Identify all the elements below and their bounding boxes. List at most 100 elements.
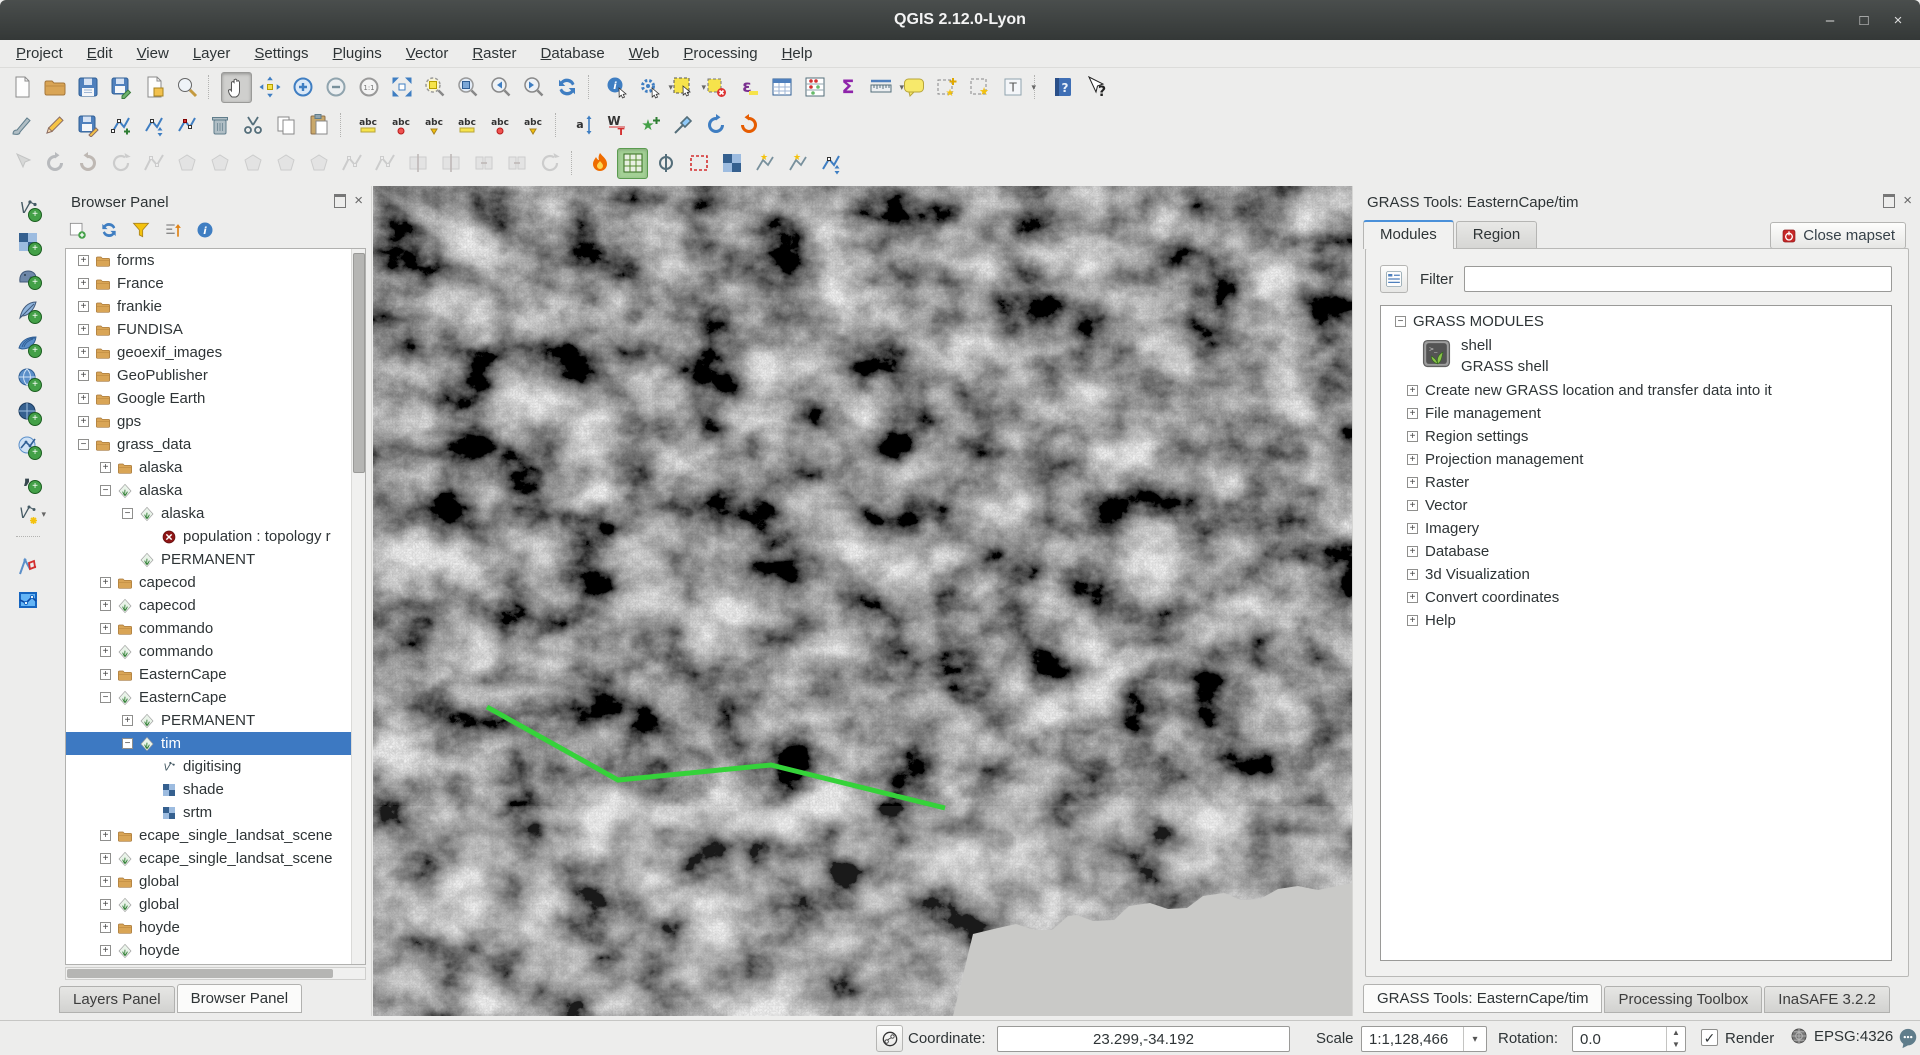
menu-plugins[interactable]: Plugins [321, 40, 394, 67]
add-wcs-layer-button[interactable]: + [12, 396, 43, 427]
map-tips-button[interactable] [898, 72, 929, 103]
tree-item-geopublisher[interactable]: +GeoPublisher [66, 364, 365, 387]
expander-icon[interactable]: + [1407, 523, 1418, 534]
expander-icon[interactable]: + [1407, 546, 1418, 557]
zoom-full-button[interactable] [386, 72, 417, 103]
delete-selected-button[interactable] [204, 110, 235, 141]
expander-icon[interactable]: + [78, 393, 89, 404]
add-part-button[interactable] [204, 148, 235, 179]
tree-item-alaska[interactable]: +alaska [66, 456, 365, 479]
undo-edit-button[interactable] [39, 148, 70, 179]
close-button[interactable]: × [1890, 12, 1906, 29]
tree-item-easterncape[interactable]: +EasternCape [66, 663, 365, 686]
expander-icon[interactable]: + [1407, 615, 1418, 626]
show-bookmarks-button[interactable] [964, 72, 995, 103]
filter-input[interactable] [1464, 266, 1892, 292]
tree-item-easterncape[interactable]: −EasternCape [66, 686, 365, 709]
rotate-feature-button[interactable] [105, 148, 136, 179]
tree-item-frankie[interactable]: +frankie [66, 295, 365, 318]
add-postgis-layer-button[interactable]: + [12, 260, 43, 291]
pin-unpin-labels-button[interactable] [419, 110, 450, 141]
tree-item-gps[interactable]: +gps [66, 410, 365, 433]
expander-icon[interactable]: − [1395, 316, 1406, 327]
spinner-arrows-icon[interactable]: ▲▼ [1666, 1027, 1685, 1051]
fill-ring-button[interactable] [237, 148, 268, 179]
menu-settings[interactable]: Settings [242, 40, 320, 67]
cut-features-button[interactable] [237, 110, 268, 141]
expander-icon[interactable]: + [100, 669, 111, 680]
expander-icon[interactable]: + [1407, 385, 1418, 396]
tree-item-alaska[interactable]: −alaska [66, 479, 365, 502]
menu-vector[interactable]: Vector [394, 40, 461, 67]
menu-layer[interactable]: Layer [181, 40, 243, 67]
open-project-button[interactable] [39, 72, 70, 103]
grass-module-group-raster[interactable]: +Raster [1381, 471, 1891, 494]
current-edits-button[interactable] [6, 110, 37, 141]
merge-attributes-button[interactable] [501, 148, 532, 179]
select-features-button[interactable]: ▾ [667, 72, 698, 103]
grass-shell-item[interactable]: shellGRASS shell [1421, 335, 1891, 377]
grass-modules-root[interactable]: −GRASS MODULES [1381, 310, 1891, 333]
identify-features-button[interactable] [601, 72, 632, 103]
save-project-as-button[interactable] [105, 72, 136, 103]
expander-icon[interactable]: + [1407, 569, 1418, 580]
expander-icon[interactable]: + [78, 301, 89, 312]
tree-item-population-topology-r[interactable]: population : topology r [66, 525, 365, 548]
add-delimited-text-layer-button[interactable]: + [12, 464, 43, 495]
simplify-feature-button[interactable] [138, 148, 169, 179]
expander-icon[interactable]: + [100, 945, 111, 956]
pan-map-button[interactable] [221, 72, 252, 103]
expander-icon[interactable]: + [100, 646, 111, 657]
tree-item-tim[interactable]: −tim [66, 732, 365, 755]
tree-item-commando[interactable]: +commando [66, 640, 365, 663]
tab-browser-panel[interactable]: Browser Panel [177, 984, 303, 1013]
tree-item-shade[interactable]: shade [66, 778, 365, 801]
collapse-all-button[interactable] [159, 216, 186, 243]
tab-region[interactable]: Region [1456, 221, 1538, 248]
undo-button[interactable] [700, 110, 731, 141]
tree-item-permanent[interactable]: +PERMANENT [66, 709, 365, 732]
tab-grass-tools-easterncape-tim[interactable]: GRASS Tools: EasternCape/tim [1363, 984, 1602, 1013]
move-label-button[interactable] [485, 110, 516, 141]
highlight-pinned-labels-button[interactable] [452, 110, 483, 141]
maximize-button[interactable]: □ [1856, 12, 1872, 29]
grass-module-group-vector[interactable]: +Vector [1381, 494, 1891, 517]
change-label-button[interactable] [568, 110, 599, 141]
add-raster-layer-button[interactable]: + [12, 226, 43, 257]
tree-item-global[interactable]: +global [66, 870, 365, 893]
zoom-next-button[interactable] [518, 72, 549, 103]
pan-to-selection-button[interactable] [254, 72, 285, 103]
rotate-point-symbols-button[interactable] [534, 148, 565, 179]
menu-view[interactable]: View [125, 40, 181, 67]
tree-item-ecape-single-landsat-scene[interactable]: +ecape_single_landsat_scene [66, 847, 365, 870]
tree-item-ecape-single-landsat-scene[interactable]: +ecape_single_landsat_scene [66, 824, 365, 847]
add-selected-layers-button[interactable] [63, 216, 90, 243]
save-layer-edits-button[interactable] [72, 110, 103, 141]
horizontal-scrollbar[interactable] [65, 967, 366, 980]
add-vector-layer-button[interactable]: + [12, 192, 43, 223]
refresh-map-button[interactable] [551, 72, 582, 103]
expander-icon[interactable]: + [78, 255, 89, 266]
move-region-vertex-button[interactable] [815, 148, 846, 179]
help-contents-button[interactable] [1047, 72, 1078, 103]
create-grass-vector-button[interactable] [749, 148, 780, 179]
render-checkbox[interactable]: ✓ [1701, 1029, 1718, 1046]
new-composer-button[interactable] [138, 72, 169, 103]
grass-module-group-create-new-grass-location-and-transfer-data-into-it[interactable]: +Create new GRASS location and transfer … [1381, 379, 1891, 402]
grass-module-group-imagery[interactable]: +Imagery [1381, 517, 1891, 540]
reshape-features-button[interactable] [369, 148, 400, 179]
float-panel-icon[interactable] [1883, 194, 1895, 208]
tree-item-digitising[interactable]: digitising [66, 755, 365, 778]
grass-module-group-database[interactable]: +Database [1381, 540, 1891, 563]
tree-item-fundisa[interactable]: +FUNDISA [66, 318, 365, 341]
toggle-editing-button[interactable] [39, 110, 70, 141]
expander-icon[interactable]: + [78, 370, 89, 381]
select-by-expression-button[interactable] [733, 72, 764, 103]
zoom-last-button[interactable] [485, 72, 516, 103]
tree-item-capecod[interactable]: +capecod [66, 594, 365, 617]
tree-item-geoexif-images[interactable]: +geoexif_images [66, 341, 365, 364]
edit-grass-region-button[interactable] [650, 148, 681, 179]
expander-icon[interactable]: − [100, 485, 111, 496]
rotate-label-button[interactable] [518, 110, 549, 141]
run-feature-action-button[interactable]: ▾ [634, 72, 665, 103]
